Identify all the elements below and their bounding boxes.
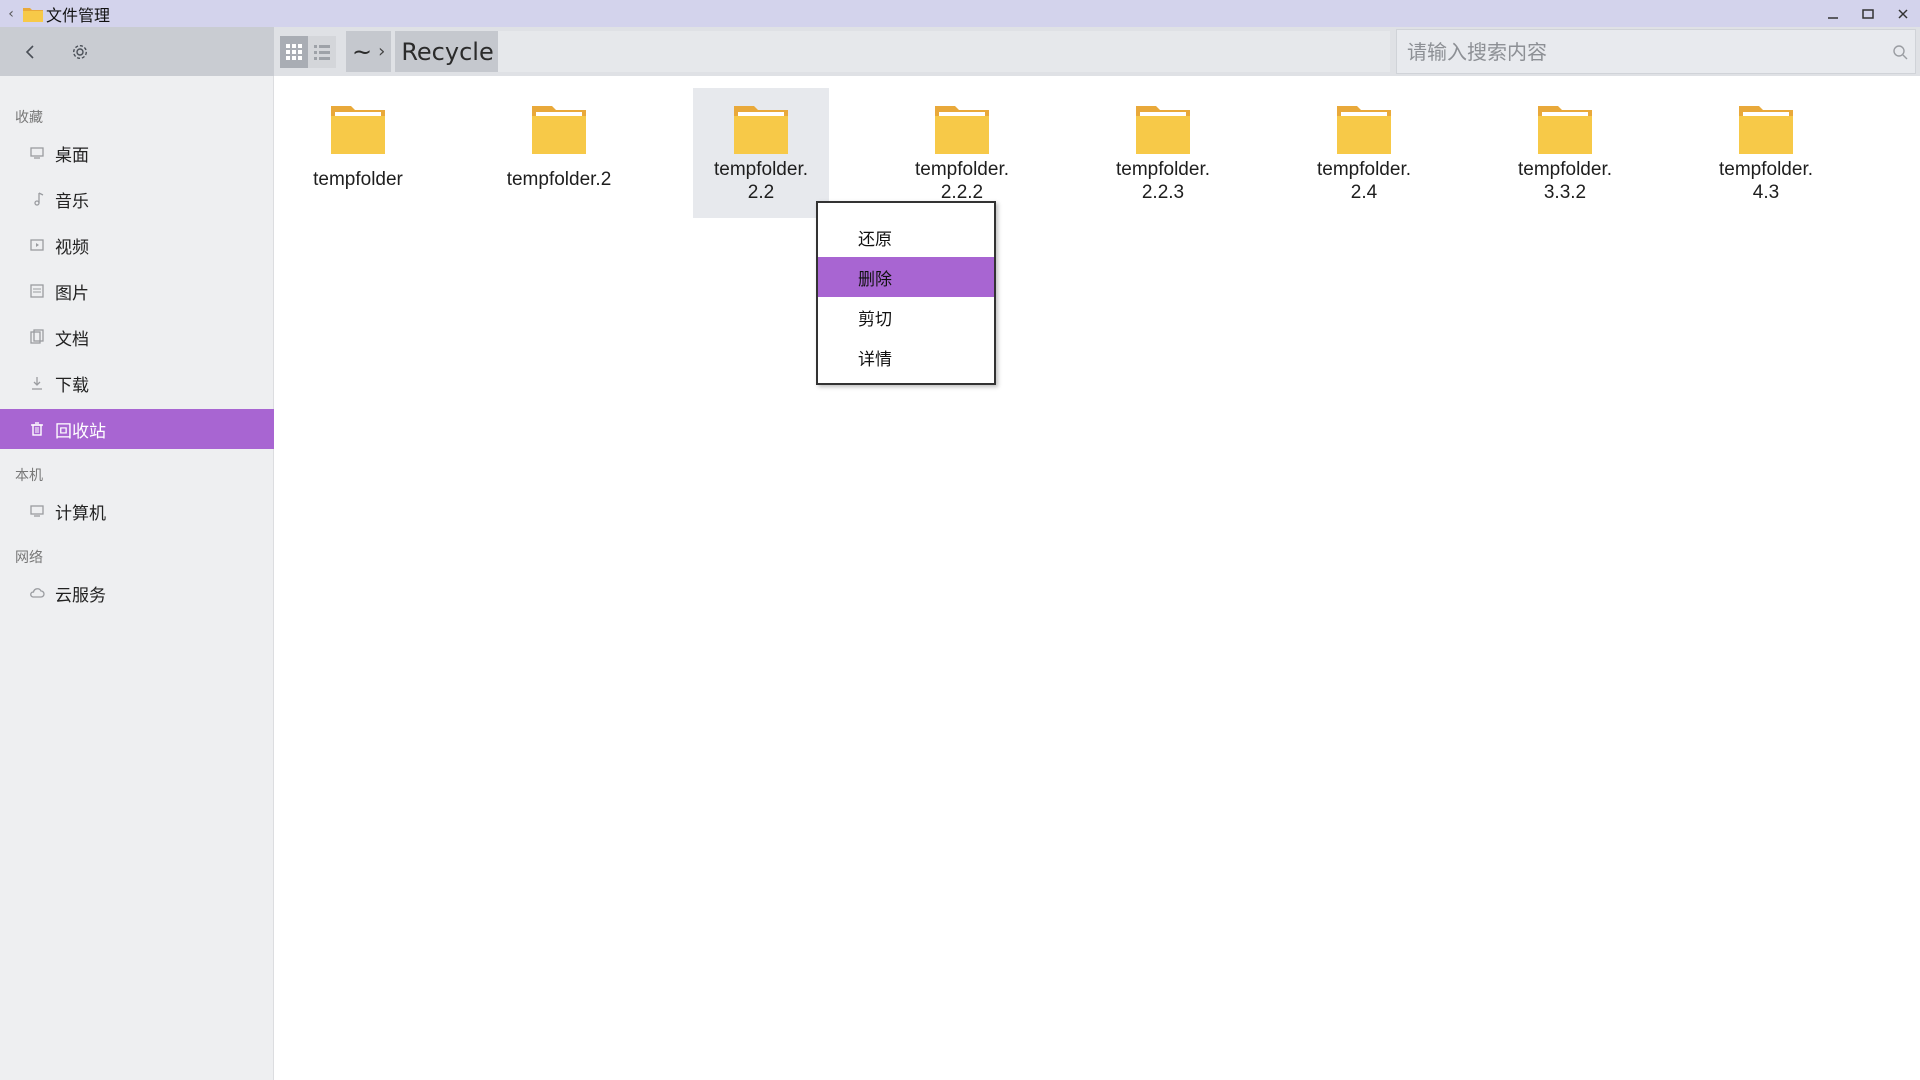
settings-button[interactable] [67,39,93,65]
sidebar-item-label: 文档 [55,329,89,350]
sidebar-item-label: 音乐 [55,191,89,212]
folder-icon [1337,106,1391,154]
toolbar-left-panel [0,27,274,76]
chevron-right-icon: › [378,41,386,62]
list-icon [314,45,330,60]
file-name: tempfolder. 3.3.2 [1518,159,1612,203]
app-folder-icon [23,7,43,22]
folder-icon [935,106,989,154]
sidebar-item-cloud[interactable]: 云服务 [0,573,274,613]
file-item[interactable]: tempfolder. 2.2.2 [894,88,1030,218]
sidebar-item-label: 回收站 [55,421,106,442]
gear-icon [72,44,88,60]
section-favorites: 收藏 [15,110,43,126]
breadcrumb-recycle-label: Recycle [401,37,494,66]
sidebar-item-video[interactable]: 视频 [0,225,274,265]
search-glyph [1893,44,1908,59]
file-name: tempfolder. 2.4 [1317,159,1411,203]
trash-icon [28,420,46,438]
search-icon[interactable] [1885,44,1915,60]
sidebar-item-recycle[interactable]: 回收站 [0,409,274,449]
file-item-selected[interactable]: tempfolder. 2.2 [693,88,829,218]
file-name: tempfolder. 2.2.2 [915,159,1009,203]
grid-icon [286,44,302,60]
sidebar-item-label: 图片 [55,283,89,304]
file-manager-window: ‹ 文件管理 ~ › Recycle 请输入搜索内容 收藏 桌面 音乐 视频 图… [0,0,1920,1080]
music-icon [28,190,46,208]
file-name: tempfolder.2 [506,169,612,190]
monitor-icon [28,144,46,162]
context-menu-delete[interactable]: 删除 [818,257,994,297]
file-item[interactable]: tempfolder. 4.3 [1698,88,1834,218]
file-name: tempfolder [313,169,403,190]
close-button[interactable] [1885,0,1920,27]
maximize-button[interactable] [1850,0,1885,27]
file-name: tempfolder. 2.2.3 [1116,159,1210,203]
file-item[interactable]: tempfolder [290,88,426,218]
minimize-button[interactable] [1815,0,1850,27]
cloud-icon [28,584,46,602]
folder-icon [532,106,586,154]
search-input[interactable] [1397,30,1885,73]
file-item[interactable]: tempfolder. 3.3.2 [1497,88,1633,218]
context-menu-details[interactable]: 详情 [818,337,994,377]
file-name: tempfolder. 4.3 [1719,159,1813,203]
sidebar-item-label: 桌面 [55,145,89,166]
sidebar-item-label: 下载 [55,375,89,396]
context-menu: 还原 删除 剪切 详情 [816,201,996,385]
document-icon [28,328,46,346]
list-view-button[interactable] [308,36,336,68]
download-icon [28,374,46,392]
context-menu-cut[interactable]: 剪切 [818,297,994,337]
grid-view-button[interactable] [280,36,308,68]
breadcrumb: ~ › Recycle › [346,31,517,72]
sidebar-item-label: 视频 [55,237,89,258]
file-item[interactable]: tempfolder.2 [491,88,627,218]
video-icon [28,236,46,254]
file-grid: tempfolder tempfolder.2 tempfolder. 2.2 … [275,76,1920,1080]
folder-icon [1538,106,1592,154]
sidebar: 收藏 桌面 音乐 视频 图片 文档 下载 回收站 本机 计算机 网络 云服务 [0,76,274,1080]
sidebar-item-computer[interactable]: 计算机 [0,491,274,531]
computer-icon [28,502,46,520]
sidebar-item-images[interactable]: 图片 [0,271,274,311]
window-controls [1815,0,1920,27]
sidebar-item-label: 云服务 [55,585,106,606]
sidebar-item-desktop[interactable]: 桌面 [0,133,274,173]
back-button[interactable] [17,39,43,65]
minimize-icon [1827,16,1838,19]
toolbar: ~ › Recycle › [0,27,1920,76]
search-box [1396,29,1916,74]
context-menu-restore[interactable]: 还原 [818,217,994,257]
maximize-icon [1861,8,1874,19]
folder-icon [331,106,385,154]
titlebar-back-icon[interactable]: ‹ [0,0,22,27]
image-icon [28,282,46,300]
folder-icon [1739,106,1793,154]
breadcrumb-home-label: ~ [352,37,373,66]
breadcrumb-home[interactable]: ~ › [346,31,392,72]
close-icon [1897,8,1908,19]
file-item[interactable]: tempfolder. 2.4 [1296,88,1432,218]
chevron-left-icon [25,45,34,59]
section-network: 网络 [15,550,43,566]
file-item[interactable]: tempfolder. 2.2.3 [1095,88,1231,218]
sidebar-item-music[interactable]: 音乐 [0,179,274,219]
sidebar-item-documents[interactable]: 文档 [0,317,274,357]
window-title: 文件管理 [46,5,111,25]
path-bar-empty-area[interactable] [498,31,1390,72]
sidebar-item-downloads[interactable]: 下载 [0,363,274,403]
title-bar: ‹ 文件管理 [0,0,1920,27]
file-name: tempfolder. 2.2 [714,159,808,203]
sidebar-item-label: 计算机 [55,503,106,524]
folder-icon [1136,106,1190,154]
section-local: 本机 [15,468,43,484]
breadcrumb-recycle[interactable]: Recycle › [395,31,513,72]
folder-icon [734,106,788,154]
view-mode-switch [280,36,336,68]
